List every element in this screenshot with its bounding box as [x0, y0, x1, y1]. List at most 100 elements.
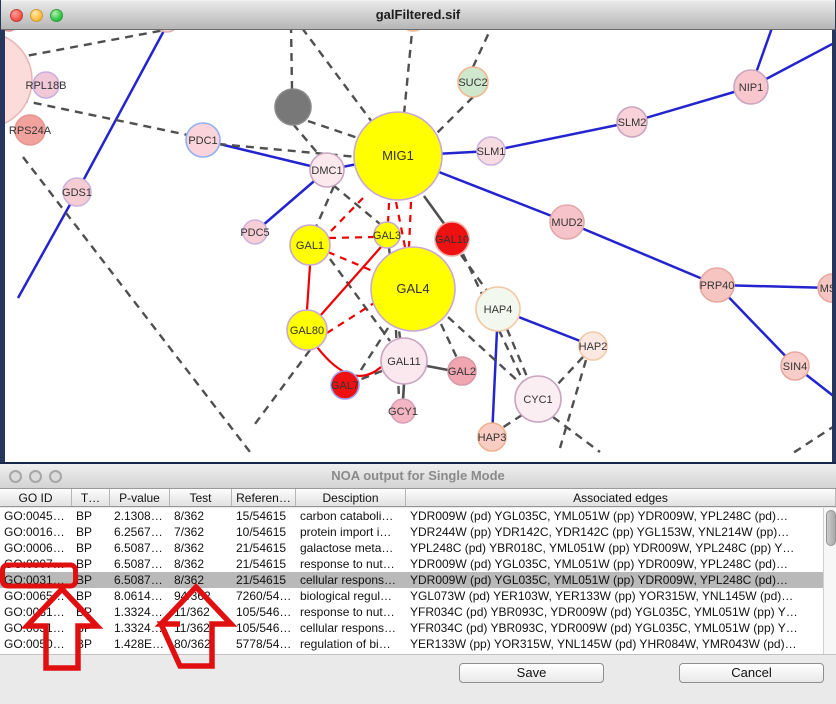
cell-edges: YPL248C (pd) YBR018C, YML051W (pp) YDR00…	[406, 540, 836, 556]
cell-description: protein import i…	[296, 524, 406, 540]
node-label: GDS1	[62, 187, 92, 199]
save-button[interactable]: Save	[459, 663, 604, 683]
column-header-edges[interactable]: Associated edges	[406, 489, 836, 506]
node-label: GAL4	[396, 281, 429, 296]
cancel-button[interactable]: Cancel	[679, 663, 824, 683]
cell-type: BP	[72, 588, 110, 604]
cell-description: carbon cataboli…	[296, 508, 406, 524]
edge-dark	[403, 384, 404, 400]
cell-go_id: GO:0065…	[0, 588, 72, 604]
node-label: HAP3	[478, 432, 507, 444]
button-area: Save Cancel	[0, 654, 836, 704]
node-label: RPL18B	[26, 80, 67, 92]
edge-dashed	[560, 360, 586, 448]
cell-edges: YDR009W (pd) YGL035C, YML051W (pp) YDR00…	[406, 556, 836, 572]
cell-test: 8/362	[170, 540, 232, 556]
cell-type: BP	[72, 620, 110, 636]
cell-p_value: 6.5087…	[110, 572, 170, 588]
column-header-reference[interactable]: Referen…	[232, 489, 296, 506]
vertical-scrollbar-thumb[interactable]	[826, 510, 836, 546]
edge-dashed	[790, 425, 832, 455]
cell-go_id: GO:0016…	[0, 524, 72, 540]
zoom-button-inactive[interactable]	[49, 470, 62, 483]
edge-dark	[424, 196, 445, 225]
edge-blue	[632, 87, 751, 122]
table-row[interactable]: GO:0065…BP8.0614…94/3627260/54…biologica…	[0, 588, 836, 604]
node-label: GAL2	[448, 366, 476, 378]
cell-reference: 15/54615	[232, 508, 296, 524]
vertical-scrollbar[interactable]	[823, 508, 836, 654]
column-header-p_value[interactable]: P-value	[110, 489, 170, 506]
noa-window-titlebar[interactable]: NOA output for Single Mode	[0, 464, 836, 489]
column-header-go_id[interactable]: GO ID	[0, 489, 72, 506]
node-label: PDC5	[240, 227, 269, 239]
network-canvas[interactable]: RPL18BRPS24AGDS1PDC1PDC5DMC1MIG1SLM1SUC2…	[5, 0, 832, 462]
cell-go_id: GO:0045…	[0, 508, 72, 524]
noa-window: NOA output for Single Mode GO IDT…P-valu…	[0, 462, 836, 704]
edge-red_dashed	[388, 203, 389, 223]
table-row[interactable]: GO:0050…BP1.428E…80/3625778/54…regulatio…	[0, 636, 836, 652]
cell-description: cellular respons…	[296, 620, 406, 636]
node-label: RPS24A	[9, 125, 52, 137]
graph-window: RPL18BRPS24AGDS1PDC1PDC5DMC1MIG1SLM1SUC2…	[0, 0, 836, 462]
cell-reference: 10/54615	[232, 524, 296, 540]
table-row[interactable]: GO:0016…BP6.2567…7/36210/54615protein im…	[0, 524, 836, 540]
node-label: GAL10	[435, 234, 469, 246]
cell-reference: 105/546…	[232, 620, 296, 636]
cell-reference: 105/546…	[232, 604, 296, 620]
node-label: GAL11	[387, 356, 420, 368]
close-button-inactive[interactable]	[9, 470, 22, 483]
node-label: PDC1	[188, 135, 217, 147]
edge-dashed	[23, 157, 250, 452]
cell-p_value: 8.0614…	[110, 588, 170, 604]
zoom-button[interactable]	[50, 9, 63, 22]
node-label: MUD2	[551, 217, 582, 229]
cell-reference: 7260/54…	[232, 588, 296, 604]
node-label: SLM2	[618, 117, 647, 129]
node-unlabeled[interactable]	[275, 89, 311, 125]
node-label: GCY1	[388, 406, 418, 418]
minimize-button-inactive[interactable]	[29, 470, 42, 483]
cell-description: response to nut…	[296, 556, 406, 572]
cell-p_value: 1.3324…	[110, 620, 170, 636]
cell-type: BP	[72, 540, 110, 556]
table-row[interactable]: GO:0006…BP6.5087…8/36221/54615galactose …	[0, 540, 836, 556]
table-row[interactable]: GO:0007…BP6.5087…8/36221/54615response t…	[0, 556, 836, 572]
table-row[interactable]: GO:0045…BP2.1308…8/36215/54615carbon cat…	[0, 508, 836, 524]
cell-description: galactose meta…	[296, 540, 406, 556]
table-row[interactable]: GO:0031…BP6.5087…8/36221/54615cellular r…	[0, 572, 836, 588]
minimize-button[interactable]	[30, 9, 43, 22]
node-label: HAP4	[484, 304, 513, 316]
graph-window-titlebar[interactable]: galFiltered.sif	[1, 0, 835, 30]
column-header-description[interactable]: Desciption	[296, 489, 406, 506]
cell-p_value: 6.5087…	[110, 540, 170, 556]
cell-test: 8/362	[170, 572, 232, 588]
node-label: SUC2	[458, 77, 487, 89]
cell-p_value: 6.5087…	[110, 556, 170, 572]
cell-reference: 21/54615	[232, 540, 296, 556]
edge-blue	[18, 192, 77, 298]
table-row[interactable]: GO:0031…BP1.3324…11/362105/546…response …	[0, 604, 836, 620]
cell-p_value: 6.2567…	[110, 524, 170, 540]
edge-blue	[567, 222, 717, 285]
table-row[interactable]: GO:0031…BP1.3324…11/362105/546…cellular …	[0, 620, 836, 636]
cell-description: response to nut…	[296, 604, 406, 620]
cell-edges: YFR034C (pd) YBR093C, YDR009W (pd) YGL03…	[406, 604, 836, 620]
edge-dashed	[316, 186, 334, 227]
edge-blue	[77, 25, 167, 192]
node-label: GAL7	[331, 380, 359, 392]
cell-description: regulation of bi…	[296, 636, 406, 652]
cell-go_id: GO:0006…	[0, 540, 72, 556]
cell-p_value: 1.428E…	[110, 636, 170, 652]
cell-reference: 5778/54…	[232, 636, 296, 652]
node-label: MIG1	[382, 148, 414, 163]
cell-reference: 21/54615	[232, 556, 296, 572]
node-label: MSN	[820, 283, 832, 295]
column-header-type[interactable]: T…	[72, 489, 110, 506]
cell-edges: YFR034C (pd) YBR093C, YDR009W (pd) YGL03…	[406, 620, 836, 636]
close-button[interactable]	[10, 9, 23, 22]
column-header-test[interactable]: Test	[170, 489, 232, 506]
node-label: HAP2	[579, 341, 608, 353]
edge-red_dashed	[330, 198, 363, 232]
cell-test: 7/362	[170, 524, 232, 540]
